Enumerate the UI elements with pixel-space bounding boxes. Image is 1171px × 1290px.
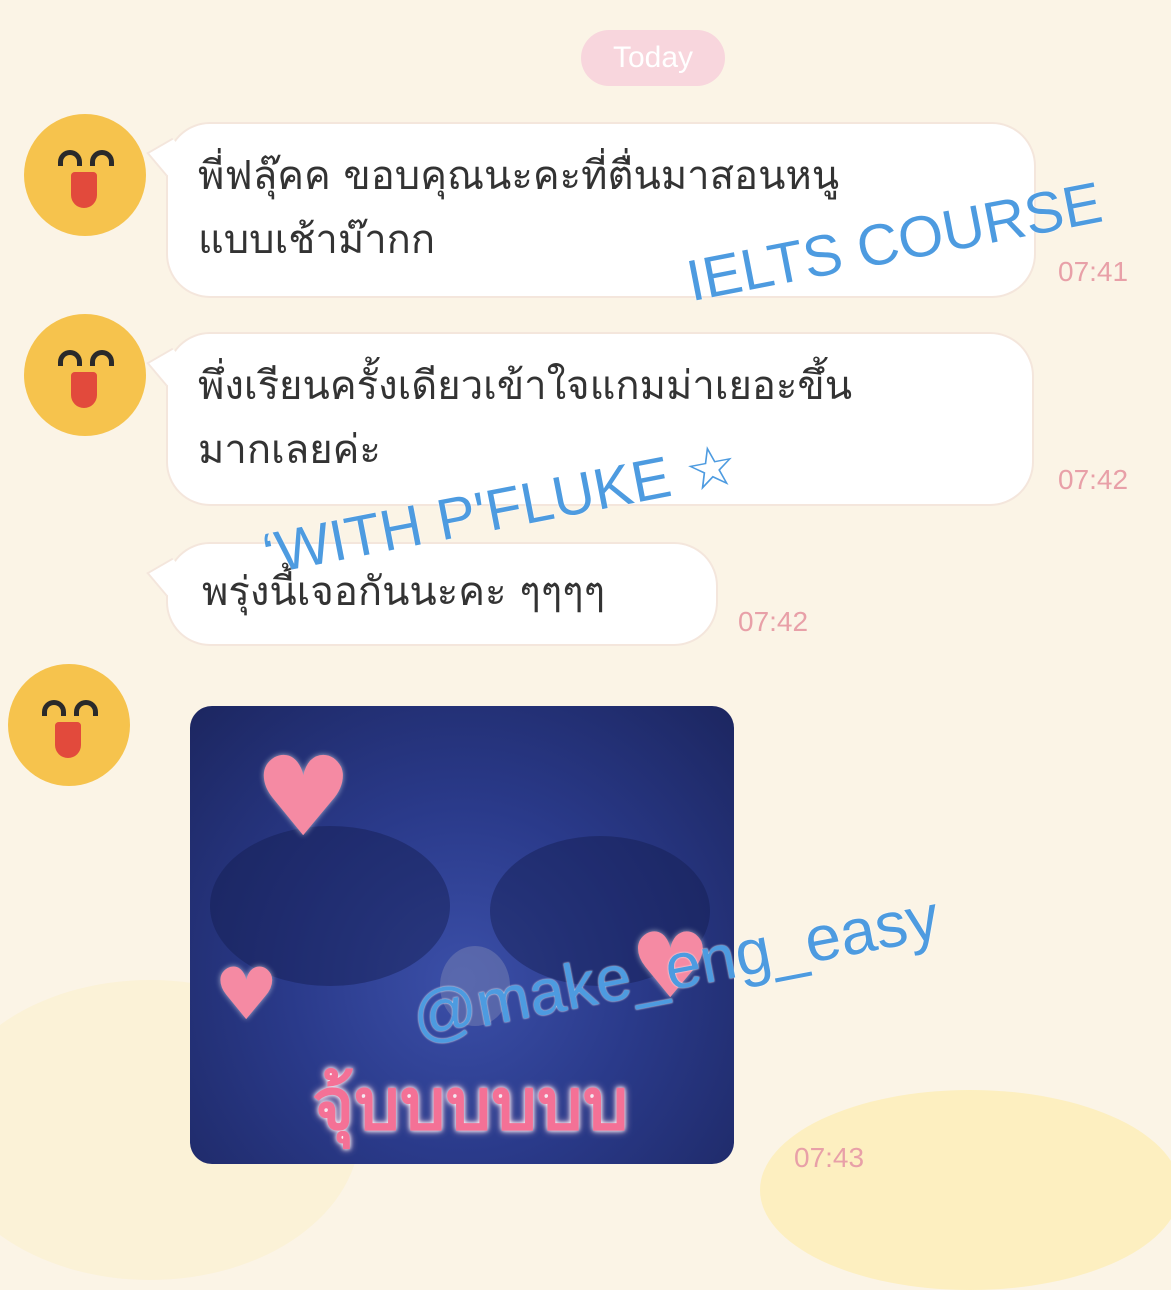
message-timestamp: 07:43	[794, 1142, 865, 1173]
message-bubble[interactable]: พรุ่งนี้เจอกันนะคะ ๆๆๆๆ	[166, 542, 718, 646]
avatar[interactable]	[8, 664, 130, 786]
background-blob	[760, 1090, 1171, 1290]
avatar[interactable]	[24, 314, 146, 436]
message-timestamp: 07:42	[738, 606, 809, 637]
message-text: พึ่งเรียนครั้งเดียวเข้าใจแกมม่าเยอะขึ้น	[198, 363, 853, 409]
avatar-eye	[42, 700, 66, 716]
avatar-tongue	[71, 172, 97, 208]
avatar-eye	[58, 350, 82, 366]
message-timestamp: 07:42	[1058, 464, 1129, 495]
sticker-text: จุ้บบบบบบ	[312, 1062, 629, 1146]
avatar-tongue	[55, 722, 81, 758]
avatar-eye	[90, 150, 114, 166]
heart-icon: ♥	[254, 733, 353, 861]
message-text: พี่ฟลุ๊คค ขอบคุณนะคะที่ตื่นมาสอนหนู	[198, 153, 840, 199]
date-chip: Today	[581, 30, 725, 86]
avatar-eye	[90, 350, 114, 366]
heart-icon: ♥	[214, 952, 279, 1036]
avatar-tongue	[71, 372, 97, 408]
avatar[interactable]	[24, 114, 146, 236]
avatar-eye	[74, 700, 98, 716]
message-timestamp: 07:41	[1058, 256, 1129, 287]
avatar-eye	[58, 150, 82, 166]
